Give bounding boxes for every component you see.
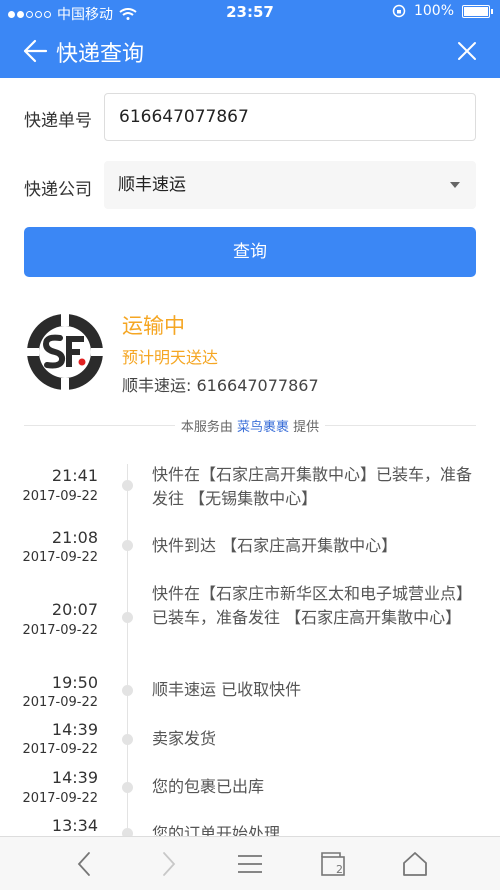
timeline-dot [122, 685, 133, 696]
back-arrow-icon[interactable] [22, 38, 48, 64]
timeline-dot [122, 480, 133, 491]
forward-icon[interactable] [153, 849, 183, 879]
event-time: 21:08 [51, 528, 98, 547]
courier-tracking-number: 顺丰速运: 616647077867 [122, 376, 319, 395]
browser-toolbar: 2 [0, 836, 500, 890]
back-icon[interactable] [70, 849, 100, 879]
delivery-estimate: 预计明天送达 [122, 348, 219, 367]
page-title: 快递查询 [56, 42, 145, 67]
svg-text:2: 2 [336, 863, 343, 876]
orientation-lock-icon [392, 4, 406, 18]
event-description: 快件在【石家庄高开集散中心】已装车，准备发往 【无锡集散中心】 [152, 465, 473, 508]
battery-icon [462, 4, 493, 18]
close-icon[interactable] [456, 40, 478, 62]
query-button[interactable]: 查询 [24, 227, 476, 277]
event-description: 您的包裹已出库 [152, 777, 265, 796]
tracking-number-input[interactable]: 616647077867 [104, 93, 476, 141]
event-date: 2017-09-22 [22, 489, 98, 504]
menu-icon[interactable] [235, 849, 265, 879]
status-right: 100% [392, 3, 493, 19]
timeline-dot [122, 612, 133, 623]
event-description: 快件在【石家庄市新华区太和电子城营业点】已装车，准备发往 【石家庄高开集散中心】 [152, 584, 473, 627]
service-provider-text: 本服务由 菜鸟裹裹 提供 [174, 420, 326, 435]
courier-company-value: 顺丰速运 [118, 175, 186, 195]
event-time: 21:41 [51, 466, 98, 485]
event-time: 14:39 [51, 720, 98, 739]
event-time: 20:07 [51, 600, 98, 619]
event-date: 2017-09-22 [22, 550, 98, 565]
shipment-status: 运输中 [122, 314, 185, 338]
home-icon[interactable] [400, 849, 430, 879]
event-date: 2017-09-22 [22, 742, 98, 757]
event-date: 2017-09-22 [22, 791, 98, 806]
event-time: 13:34 [51, 816, 98, 835]
dropdown-caret-icon [450, 182, 460, 188]
courier-company-select[interactable]: 顺丰速运 [104, 161, 476, 209]
courier-company-label: 快递公司 [24, 180, 92, 200]
timeline-dot [122, 734, 133, 745]
status-bar: 中国移动 23:57 100% [0, 0, 500, 26]
event-description: 快件到达 【石家庄高开集散中心】 [152, 536, 398, 555]
tracking-number-label: 快递单号 [24, 111, 92, 131]
service-provider-note: 本服务由 菜鸟裹裹 提供 [0, 416, 500, 435]
event-time: 14:39 [51, 768, 98, 787]
timeline-dot [122, 540, 133, 551]
nav-bar: 快递查询 [0, 26, 500, 78]
provider-link[interactable]: 菜鸟裹裹 [237, 420, 289, 435]
battery-percent: 100% [413, 3, 454, 19]
event-time: 19:50 [51, 673, 98, 692]
timeline-dot [122, 782, 133, 793]
event-date: 2017-09-22 [22, 695, 98, 710]
event-description: 卖家发货 [152, 729, 217, 748]
sf-logo [26, 313, 104, 391]
tabs-icon[interactable]: 2 [318, 849, 348, 879]
event-description: 顺丰速运 已收取快件 [152, 680, 302, 699]
event-date: 2017-09-22 [22, 623, 98, 638]
